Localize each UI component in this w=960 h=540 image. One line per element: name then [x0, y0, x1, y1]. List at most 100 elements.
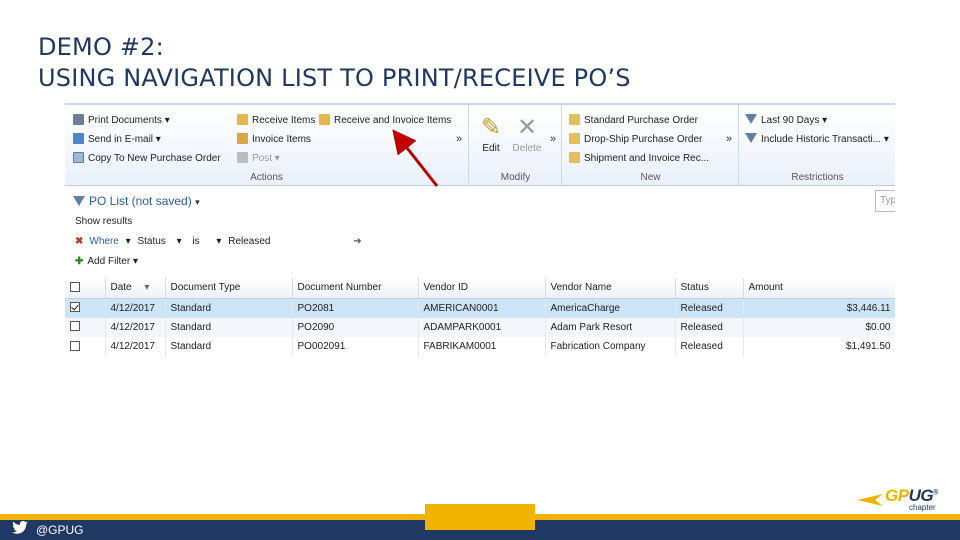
list-filter-area: PO List (not saved) ▾ Show results ✖ Wher…	[65, 186, 895, 276]
send-in-email-button[interactable]: Send in E-mail ▾	[73, 132, 161, 147]
delete-button[interactable]: ✕ Delete	[510, 113, 544, 154]
column-header[interactable]: Status	[675, 278, 744, 299]
row-select-cell[interactable]	[65, 337, 106, 357]
chevron-down-icon: ▾	[125, 236, 131, 247]
print-documents-button[interactable]: Print Documents ▾	[73, 113, 170, 128]
select-all-header[interactable]	[65, 278, 106, 299]
column-header[interactable]: Document Number	[292, 278, 419, 299]
column-header-label: Vendor ID	[423, 282, 468, 294]
modify-more-button[interactable]: »	[550, 133, 556, 145]
sort-icon: ▾	[144, 282, 150, 294]
add-icon: ✚	[75, 256, 84, 267]
filter-row: ✖ Where ▾ Status ▾ is ▾ Released ➔	[75, 236, 362, 247]
where-label[interactable]: Where	[89, 236, 118, 247]
row-checkbox[interactable]	[70, 302, 80, 312]
post-button[interactable]: Post ▾	[237, 151, 280, 166]
column-header-label: Document Type	[170, 282, 241, 294]
cell-amount: $1,491.50	[743, 337, 895, 357]
edit-icon: ✎	[480, 114, 502, 141]
ribbon-group-restrictions: Last 90 Days ▾ Include Historic Transact…	[740, 105, 895, 186]
row-select-cell[interactable]	[65, 298, 106, 318]
filter-operator[interactable]: is	[192, 236, 199, 247]
cell-doc-type: Standard	[165, 317, 293, 337]
ribbon-group-modify: ✎ Edit ✕ Delete » Modify	[470, 105, 562, 186]
table-row[interactable]: 4/12/2017 Standard PO2090 ADAMPARK0001 Adam …	[65, 317, 895, 337]
delete-icon: ✕	[516, 114, 538, 141]
cell-amount: $3,446.11	[743, 298, 895, 318]
remove-filter-icon[interactable]: ✖	[75, 236, 83, 247]
table-row[interactable]: 4/12/2017 Standard PO002091 FABRIKAM0001 Fab…	[65, 337, 895, 357]
last-90-days-button[interactable]: Last 90 Days ▾	[745, 113, 827, 128]
cell-status: Released	[675, 317, 744, 337]
filter-value[interactable]: Released	[228, 236, 270, 247]
receive-items-label: Receive Items	[252, 115, 316, 126]
receive-and-invoice-items-button[interactable]: Receive and Invoice Items	[319, 113, 451, 128]
twitter-icon	[12, 521, 28, 539]
row-checkbox[interactable]	[70, 321, 80, 332]
new-group-label: New	[640, 172, 661, 183]
chevron-down-icon: ▾	[195, 197, 200, 207]
include-historic-label: Include Historic Transacti...	[761, 134, 882, 145]
cell-date: 4/12/2017	[105, 337, 166, 357]
row-select-cell[interactable]	[65, 317, 106, 337]
gpug-logo-subtitle: chapter	[909, 503, 936, 512]
slide-title-line1: DEMO #2:	[38, 33, 164, 61]
cell-amount: $0.00	[743, 317, 895, 337]
cell-doc-number: PO2090	[292, 317, 419, 337]
po-list-title[interactable]: PO List (not saved) ▾	[73, 194, 200, 208]
cell-vendor-id: AMERICAN0001	[418, 298, 546, 318]
email-icon	[73, 133, 84, 144]
cell-status: Released	[675, 298, 744, 318]
ribbon-group-actions: Print Documents ▾ Send in E-mail ▾ Copy …	[65, 105, 469, 186]
shipment-invoice-button[interactable]: Shipment and Invoice Rec...	[569, 151, 709, 166]
cell-vendor-id: ADAMPARK0001	[418, 317, 546, 337]
cell-status: Released	[675, 337, 744, 357]
drop-ship-po-label: Drop-Ship Purchase Order	[584, 134, 703, 145]
cell-date: 4/12/2017	[105, 317, 166, 337]
copy-to-new-po-label: Copy To New Purchase Order	[88, 153, 221, 164]
actions-group-label: Actions	[250, 172, 283, 183]
footer-gold-tab	[425, 504, 535, 530]
column-header[interactable]: Document Type	[165, 278, 293, 299]
standard-po-label: Standard Purchase Order	[584, 115, 698, 126]
select-all-checkbox[interactable]	[70, 281, 80, 292]
po-list-title-label: PO List (not saved)	[89, 194, 192, 208]
column-header-label: Document Number	[297, 282, 382, 294]
chevron-down-icon: ▾	[216, 236, 222, 247]
receive-invoice-icon	[319, 114, 330, 125]
cell-doc-type: Standard	[165, 337, 293, 357]
print-icon	[73, 114, 84, 125]
column-header[interactable]: Amount	[743, 278, 895, 299]
delete-label: Delete	[512, 143, 542, 154]
po-table: Date ▾ Document Type Document Number Ven…	[65, 278, 895, 357]
print-documents-label: Print Documents	[88, 115, 162, 126]
column-header-label: Date	[110, 282, 132, 294]
add-filter-button[interactable]: ✚ Add Filter ▾	[75, 256, 138, 267]
actions-more-button[interactable]: »	[456, 133, 462, 145]
column-header[interactable]: Vendor Name	[545, 278, 676, 299]
apply-filter-icon[interactable]: ➔	[353, 236, 361, 247]
column-header[interactable]: Vendor ID	[418, 278, 546, 299]
new-more-button[interactable]: »	[726, 133, 732, 145]
restrictions-group-label: Restrictions	[791, 172, 844, 183]
row-checkbox[interactable]	[70, 340, 80, 351]
chevron-down-icon: ▾	[132, 256, 138, 267]
post-icon	[237, 152, 248, 163]
edit-label: Edit	[482, 143, 500, 154]
grid-header-row: Date ▾ Document Type Document Number Ven…	[65, 278, 895, 299]
cell-vendor-id: FABRIKAM0001	[418, 337, 546, 357]
drop-ship-po-button[interactable]: Drop-Ship Purchase Order	[569, 132, 702, 147]
copy-to-new-po-button[interactable]: Copy To New Purchase Order	[73, 151, 221, 166]
column-header[interactable]: Date ▾	[105, 278, 166, 299]
new-po-icon	[569, 114, 580, 125]
invoice-items-button[interactable]: Invoice Items	[237, 132, 311, 147]
edit-button[interactable]: ✎ Edit	[474, 113, 508, 154]
cell-date: 4/12/2017	[105, 298, 166, 318]
standard-po-button[interactable]: Standard Purchase Order	[569, 113, 698, 128]
table-row[interactable]: 4/12/2017 Standard PO2081 AMERICAN0001 Ameri…	[65, 298, 895, 318]
filter-field[interactable]: Status	[137, 236, 165, 247]
include-historic-button[interactable]: Include Historic Transacti... ▾	[745, 132, 889, 147]
search-input[interactable]: Typ	[875, 190, 895, 212]
receive-items-button[interactable]: Receive Items	[237, 113, 315, 128]
send-in-email-label: Send in E-mail	[88, 134, 154, 145]
